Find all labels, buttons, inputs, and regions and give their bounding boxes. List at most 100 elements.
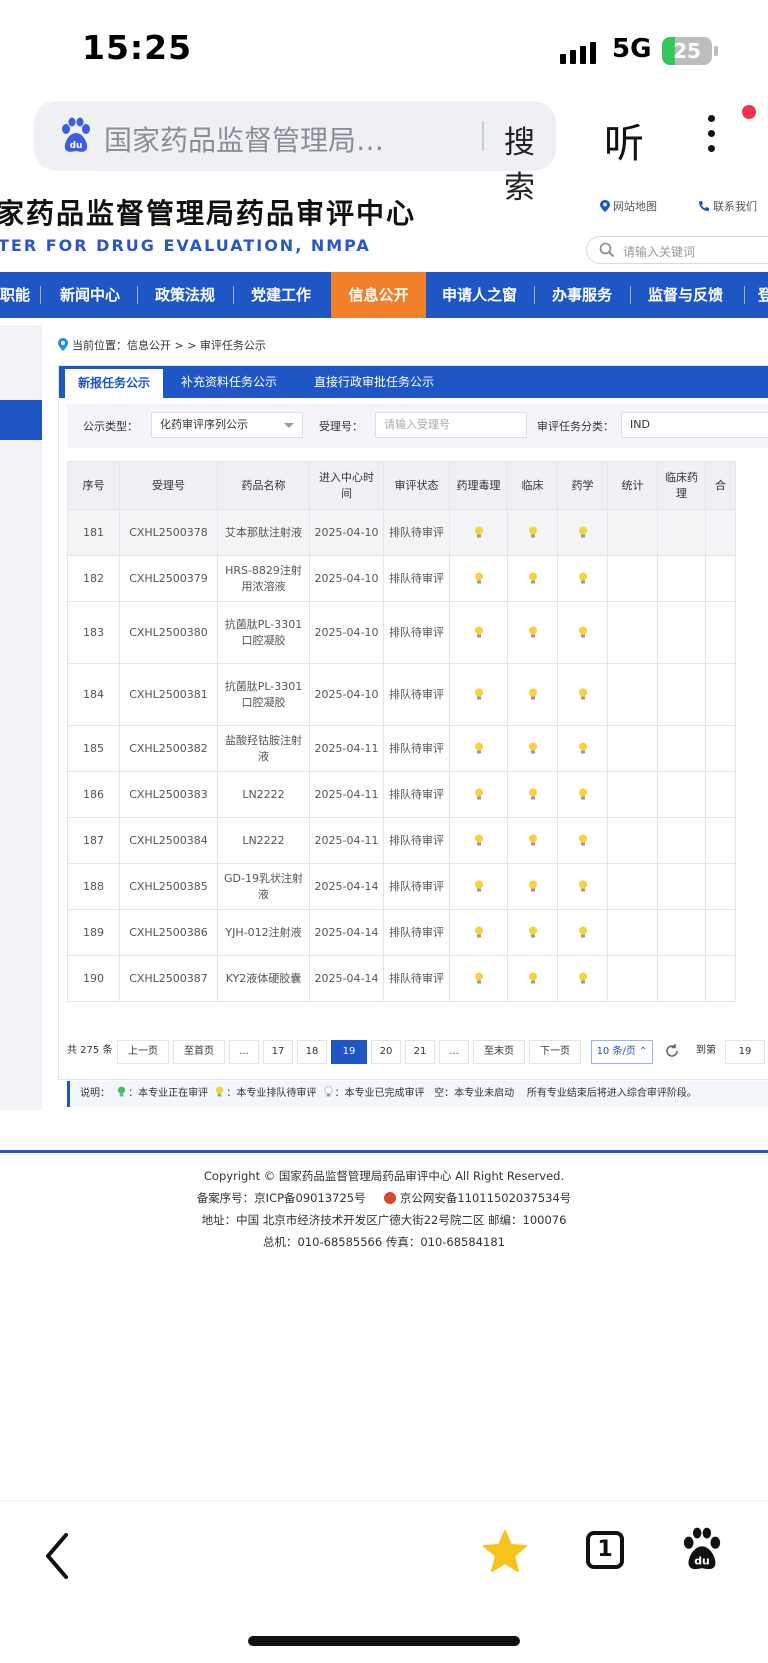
page-button[interactable]: 21 <box>405 1040 435 1064</box>
pagination: 共 275 条 上一页 至首页 ... 17 18 19 20 21 ... 至… <box>67 1040 768 1064</box>
cell-status: 排队待审评 <box>383 817 450 864</box>
next-page-button[interactable]: 下一页 <box>529 1040 581 1064</box>
nav-item-login[interactable]: 登 <box>758 272 768 318</box>
site-footer: Copyright © 国家药品监督管理局药品审评中心 All Right Re… <box>0 1165 768 1253</box>
more-menu-icon[interactable] <box>704 115 718 157</box>
back-arrow-icon[interactable] <box>42 1531 72 1581</box>
yellow-bulb-icon <box>474 880 483 892</box>
yellow-bulb-icon <box>528 972 537 984</box>
type-select[interactable]: 化药审评序列公示 <box>151 412 303 438</box>
cell-status: 排队待审评 <box>383 725 450 772</box>
cell-discipline-empty <box>705 817 736 864</box>
nav-item-info-public[interactable]: 信息公开 <box>331 272 426 318</box>
tab-direct-approval-tasks[interactable]: 直接行政审批任务公示 <box>299 366 449 398</box>
cell-discipline-status <box>449 817 508 864</box>
sitemap-label: 网站地图 <box>613 200 657 213</box>
cell-accept-no[interactable]: CXHL2500378 <box>119 509 218 556</box>
baidu-home-icon[interactable]: du <box>680 1527 724 1573</box>
nav-item-party[interactable]: 党建工作 <box>251 272 311 318</box>
yellow-bulb-icon <box>578 742 587 754</box>
page-button[interactable]: 20 <box>371 1040 401 1064</box>
col-header: 合 <box>705 461 736 510</box>
nav-separator <box>233 286 234 304</box>
goto-label: 到第 <box>696 1045 716 1056</box>
green-bulb-icon <box>118 1086 126 1097</box>
cell-seq: 186 <box>67 771 120 818</box>
site-search-field[interactable]: 请输入关键词 <box>586 236 768 264</box>
cell-accept-no[interactable]: CXHL2500382 <box>119 725 218 772</box>
address-text: 地址：中国 北京市经济技术开发区广德大街22号院二区 邮编：100076 <box>201 1213 567 1227</box>
favorite-star-icon[interactable] <box>482 1529 528 1573</box>
cell-accept-no[interactable]: CXHL2500380 <box>119 601 218 664</box>
yellow-bulb-icon <box>578 526 587 538</box>
cell-accept-no[interactable]: CXHL2500386 <box>119 909 218 956</box>
tab-switcher-button[interactable]: 1 <box>586 1531 624 1569</box>
browser-search-bar[interactable]: du 国家药品监督管理局… 搜索 <box>34 101 556 206</box>
goto-page-input[interactable]: 19 <box>725 1040 765 1064</box>
refresh-icon[interactable] <box>663 1042 681 1060</box>
cell-status: 排队待审评 <box>383 555 450 602</box>
cell-accept-no[interactable]: CXHL2500381 <box>119 663 218 726</box>
baidu-paw-icon: du <box>62 117 90 152</box>
tab-supplement-tasks[interactable]: 补充资料任务公示 <box>169 366 289 398</box>
page-button[interactable]: 17 <box>263 1040 293 1064</box>
icp-link[interactable]: 备案序号：京ICP备09013725号 <box>197 1191 366 1205</box>
cell-accept-no[interactable]: CXHL2500383 <box>119 771 218 818</box>
cell-discipline-empty <box>607 817 658 864</box>
cell-drug-name: LN2222 <box>217 771 310 818</box>
police-link[interactable]: 京公网安备11011502037534号 <box>400 1191 571 1205</box>
cell-accept-no[interactable]: CXHL2500387 <box>119 955 218 1002</box>
page-ellipsis[interactable]: ... <box>439 1040 469 1064</box>
category-select[interactable]: IND <box>621 412 768 438</box>
breadcrumb: 当前位置：信息公开 > > 审评任务公示 <box>58 337 266 353</box>
cell-accept-no[interactable]: CXHL2500379 <box>119 555 218 602</box>
cell-status: 排队待审评 <box>383 509 450 556</box>
prev-page-button[interactable]: 上一页 <box>117 1040 169 1064</box>
cell-discipline-empty <box>705 909 736 956</box>
cell-discipline-empty <box>705 771 736 818</box>
page-size-select[interactable]: 10 条/页 ⌃ <box>591 1040 653 1064</box>
accept-input[interactable]: 请输入受理号 <box>375 412 527 438</box>
battery-level: 25 <box>673 39 701 63</box>
nav-separator <box>40 286 41 304</box>
cell-drug-name: LN2222 <box>217 817 310 864</box>
cell-discipline-status <box>507 817 558 864</box>
cell-accept-no[interactable]: CXHL2500384 <box>119 817 218 864</box>
cell-discipline-empty <box>657 817 706 864</box>
legend-green: ：本专业正在审评 <box>128 1088 209 1099</box>
battery-tip <box>714 46 718 56</box>
tab-new-tasks[interactable]: 新报任务公示 <box>65 366 163 398</box>
nav-item-applicant[interactable]: 申请人之窗 <box>442 272 517 318</box>
legend-note-text: 所有专业结束后将进入综合审评阶段。 <box>526 1088 697 1099</box>
page-button-current[interactable]: 19 <box>331 1040 367 1064</box>
cell-date: 2025-04-11 <box>309 725 384 772</box>
cell-discipline-empty <box>607 663 658 726</box>
col-header: 序号 <box>67 461 120 510</box>
cell-discipline-empty <box>657 863 706 910</box>
table-row: 182 CXHL2500379 HRS-8829注射用浓溶液 2025-04-10 排队… <box>67 555 736 602</box>
cell-date: 2025-04-14 <box>309 863 384 910</box>
nav-item-services[interactable]: 办事服务 <box>552 272 612 318</box>
page-button[interactable]: 18 <box>297 1040 327 1064</box>
yellow-bulb-icon <box>528 788 537 800</box>
yellow-bulb-icon <box>474 572 483 584</box>
nav-separator <box>137 286 138 304</box>
page-ellipsis[interactable]: ... <box>229 1040 259 1064</box>
last-page-button[interactable]: 至末页 <box>473 1040 525 1064</box>
cell-discipline-empty <box>607 955 658 1002</box>
cell-discipline-empty <box>657 601 706 664</box>
first-page-button[interactable]: 至首页 <box>173 1040 225 1064</box>
legend-note: 说明： ：本专业正在审评 ：本专业排队待审评 ：本专业已完成审评 空：本专业未启… <box>67 1081 768 1107</box>
nav-item-news[interactable]: 新闻中心 <box>60 272 120 318</box>
search-query[interactable]: 国家药品监督管理局… <box>104 119 456 159</box>
nav-item[interactable]: 职能 <box>0 272 38 318</box>
sitemap-link[interactable]: 网站地图 <box>600 198 657 214</box>
contact-link[interactable]: 联系我们 <box>698 198 757 214</box>
nav-item-feedback[interactable]: 监督与反馈 <box>648 272 723 318</box>
listen-button[interactable]: 听 <box>604 111 644 169</box>
nav-item-policy[interactable]: 政策法规 <box>155 272 215 318</box>
sidebar-selected-item[interactable] <box>0 400 42 440</box>
table-row: 189 CXHL2500386 YJH-012注射液 2025-04-14 排队待审评 <box>67 909 736 956</box>
cell-accept-no[interactable]: CXHL2500385 <box>119 863 218 910</box>
cell-discipline-status <box>557 509 608 556</box>
